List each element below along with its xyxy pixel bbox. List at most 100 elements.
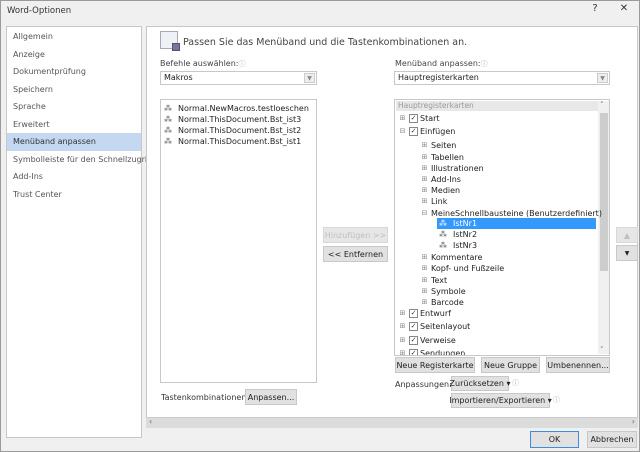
tree-item[interactable]: ⊞ ✓ Entwurf bbox=[399, 308, 451, 319]
expand-icon[interactable]: ⊞ bbox=[421, 154, 428, 161]
commands-select[interactable]: Makros ▼ bbox=[160, 71, 317, 85]
commands-list[interactable]: ⁂ Normal.NewMacros.testloeschen ⁂ Normal.Th… bbox=[160, 99, 317, 383]
tree-item-label: Medien bbox=[431, 186, 461, 195]
sidebar-item[interactable]: Add-Ins bbox=[7, 168, 141, 186]
ribbon-tree[interactable]: Hauptregisterkarten ˄ ˅ ⊞ ✓ Start ⊟ ✓ Einfüge… bbox=[394, 99, 610, 356]
tree-item[interactable]: ⊞ Tabellen bbox=[421, 152, 464, 163]
expand-icon[interactable]: ⊞ bbox=[399, 350, 406, 356]
tree-item-label: IstNr1 bbox=[453, 219, 478, 228]
customize-shortcuts-button[interactable]: Anpassen... bbox=[245, 389, 297, 405]
scroll-right-icon[interactable]: › bbox=[632, 417, 635, 426]
move-down-button[interactable]: ▼ bbox=[616, 245, 638, 261]
new-tab-button[interactable]: Neue Registerkarte bbox=[395, 357, 475, 373]
collapse-icon[interactable]: ⊟ bbox=[399, 128, 406, 135]
expand-icon[interactable]: ⊞ bbox=[399, 115, 406, 122]
expand-icon[interactable]: ⊞ bbox=[421, 198, 428, 205]
chevron-down-icon: ▼ bbox=[597, 73, 608, 83]
sidebar-item[interactable]: Sprache bbox=[7, 98, 141, 116]
tree-item[interactable]: ⊞ Kopf- und Fußzeile bbox=[421, 263, 505, 274]
macro-list-item[interactable]: ⁂ Normal.NewMacros.testloeschen bbox=[164, 103, 309, 114]
tree-item[interactable]: ⊞ ✓ Start bbox=[399, 113, 440, 124]
expand-icon[interactable]: ⊞ bbox=[399, 337, 406, 344]
tree-item-label: Seitenlayout bbox=[420, 322, 471, 331]
expand-icon[interactable]: ⊞ bbox=[421, 265, 428, 272]
checkbox-checked-icon[interactable]: ✓ bbox=[409, 336, 418, 345]
sidebar-item[interactable]: Allgemein bbox=[7, 28, 141, 46]
info-icon: ⓘ bbox=[512, 379, 519, 387]
tree-item[interactable]: ⁂ IstNr2 bbox=[439, 229, 477, 240]
scrollbar-thumb[interactable] bbox=[600, 113, 608, 271]
customizations-label: Anpassungen: bbox=[395, 380, 452, 389]
tree-item[interactable]: ⊟ ✓ Einfügen bbox=[399, 126, 455, 137]
tree-item[interactable]: ⊞ ✓ Verweise bbox=[399, 335, 456, 346]
expand-icon[interactable]: ⊞ bbox=[421, 288, 428, 295]
rename-button[interactable]: Umbenennen... bbox=[546, 357, 610, 373]
close-button[interactable]: ✕ bbox=[614, 3, 634, 19]
tree-item[interactable]: ⁂ IstNr1 bbox=[437, 218, 596, 229]
help-button[interactable]: ? bbox=[585, 3, 605, 19]
scroll-left-icon[interactable]: ‹ bbox=[149, 417, 152, 426]
tree-item[interactable]: ⊞ Text bbox=[421, 275, 448, 286]
new-group-button[interactable]: Neue Gruppe bbox=[481, 357, 540, 373]
remove-button[interactable]: << Entfernen bbox=[323, 246, 388, 262]
macro-list-item[interactable]: ⁂ Normal.ThisDocument.Bst_ist2 bbox=[164, 125, 301, 136]
sidebar-item[interactable]: Dokumentprüfung bbox=[7, 63, 141, 81]
add-button[interactable]: Hinzufügen >> bbox=[323, 227, 388, 243]
tree-item[interactable]: ⊞ Kommentare bbox=[421, 252, 483, 263]
tree-item-label: Sendungen bbox=[420, 349, 466, 356]
checkbox-checked-icon[interactable]: ✓ bbox=[409, 114, 418, 123]
tree-item[interactable]: ⊞ Symbole bbox=[421, 286, 466, 297]
ribbon-select[interactable]: Hauptregisterkarten ▼ bbox=[394, 71, 610, 85]
sidebar-item[interactable]: Symbolleiste für den Schnellzugriff bbox=[7, 151, 153, 169]
tree-item[interactable]: ⊞ ✓ Seitenlayout bbox=[399, 321, 470, 332]
tree-item[interactable]: ⊞ ✓ Sendungen bbox=[399, 348, 466, 356]
expand-icon[interactable]: ⊞ bbox=[421, 187, 428, 194]
tree-item[interactable]: ⁂ IstNr3 bbox=[439, 240, 477, 251]
macro-icon: ⁂ bbox=[439, 241, 447, 250]
expand-icon[interactable]: ⊞ bbox=[399, 323, 406, 330]
sidebar-item[interactable]: Anzeige bbox=[7, 46, 141, 64]
macro-icon: ⁂ bbox=[164, 137, 172, 146]
macro-name: Normal.ThisDocument.Bst_ist3 bbox=[178, 115, 302, 124]
expand-icon[interactable]: ⊞ bbox=[421, 299, 428, 306]
sidebar-item[interactable]: Erweitert bbox=[7, 116, 141, 134]
tree-scrollbar[interactable]: ˄ ˅ bbox=[598, 101, 609, 354]
tree-item-label: Entwurf bbox=[420, 309, 451, 318]
expand-icon[interactable]: ⊞ bbox=[421, 165, 428, 172]
tree-item[interactable]: ⊞ Seiten bbox=[421, 140, 457, 151]
tree-item[interactable]: ⊞ Add-Ins bbox=[421, 174, 461, 185]
checkbox-checked-icon[interactable]: ✓ bbox=[409, 349, 418, 355]
tree-item[interactable]: ⊞ Medien bbox=[421, 185, 461, 196]
macro-list-item[interactable]: ⁂ Normal.ThisDocument.Bst_ist3 bbox=[164, 114, 301, 125]
checkbox-checked-icon[interactable]: ✓ bbox=[409, 309, 418, 318]
import-export-button[interactable]: Importieren/Exportieren ▾ bbox=[449, 393, 552, 408]
collapse-icon[interactable]: ⊟ bbox=[421, 210, 428, 217]
tree-item-label: Tabellen bbox=[431, 153, 464, 162]
checkbox-checked-icon[interactable]: ✓ bbox=[409, 322, 418, 331]
horizontal-scrollbar[interactable]: ‹ › bbox=[146, 417, 638, 428]
scroll-up-icon[interactable]: ˄ bbox=[600, 101, 604, 109]
macro-name: Normal.NewMacros.testloeschen bbox=[178, 104, 309, 113]
move-up-button[interactable]: ▲ bbox=[616, 227, 638, 243]
sidebar-item[interactable]: Speichern bbox=[7, 81, 141, 99]
tree-item[interactable]: ⊞ Link bbox=[421, 196, 448, 207]
checkbox-checked-icon[interactable]: ✓ bbox=[409, 127, 418, 136]
cancel-button[interactable]: Abbrechen bbox=[587, 431, 637, 448]
sidebar: Allgemein Anzeige Dokumentprüfung Speichern… bbox=[6, 26, 153, 438]
scroll-down-icon[interactable]: ˅ bbox=[600, 346, 604, 354]
expand-icon[interactable]: ⊞ bbox=[421, 142, 428, 149]
tree-header: Hauptregisterkarten bbox=[396, 101, 599, 111]
sidebar-item[interactable]: Trust Center bbox=[7, 186, 141, 204]
expand-icon[interactable]: ⊞ bbox=[421, 277, 428, 284]
ok-button[interactable]: OK bbox=[530, 431, 579, 448]
macro-list-item[interactable]: ⁂ Normal.ThisDocument.Bst_ist1 bbox=[164, 136, 301, 147]
sidebar-item[interactable]: Menüband anpassen bbox=[7, 133, 141, 151]
window-title: Word-Optionen bbox=[7, 6, 72, 16]
expand-icon[interactable]: ⊞ bbox=[399, 310, 406, 317]
expand-icon[interactable]: ⊞ bbox=[421, 176, 428, 183]
chevron-down-icon: ▼ bbox=[304, 73, 315, 83]
expand-icon[interactable]: ⊞ bbox=[421, 254, 428, 261]
tree-item[interactable]: ⊞ Illustrationen bbox=[421, 163, 484, 174]
reset-button[interactable]: Zurücksetzen ▾ bbox=[450, 376, 510, 391]
tree-item[interactable]: ⊞ Barcode bbox=[421, 297, 464, 308]
